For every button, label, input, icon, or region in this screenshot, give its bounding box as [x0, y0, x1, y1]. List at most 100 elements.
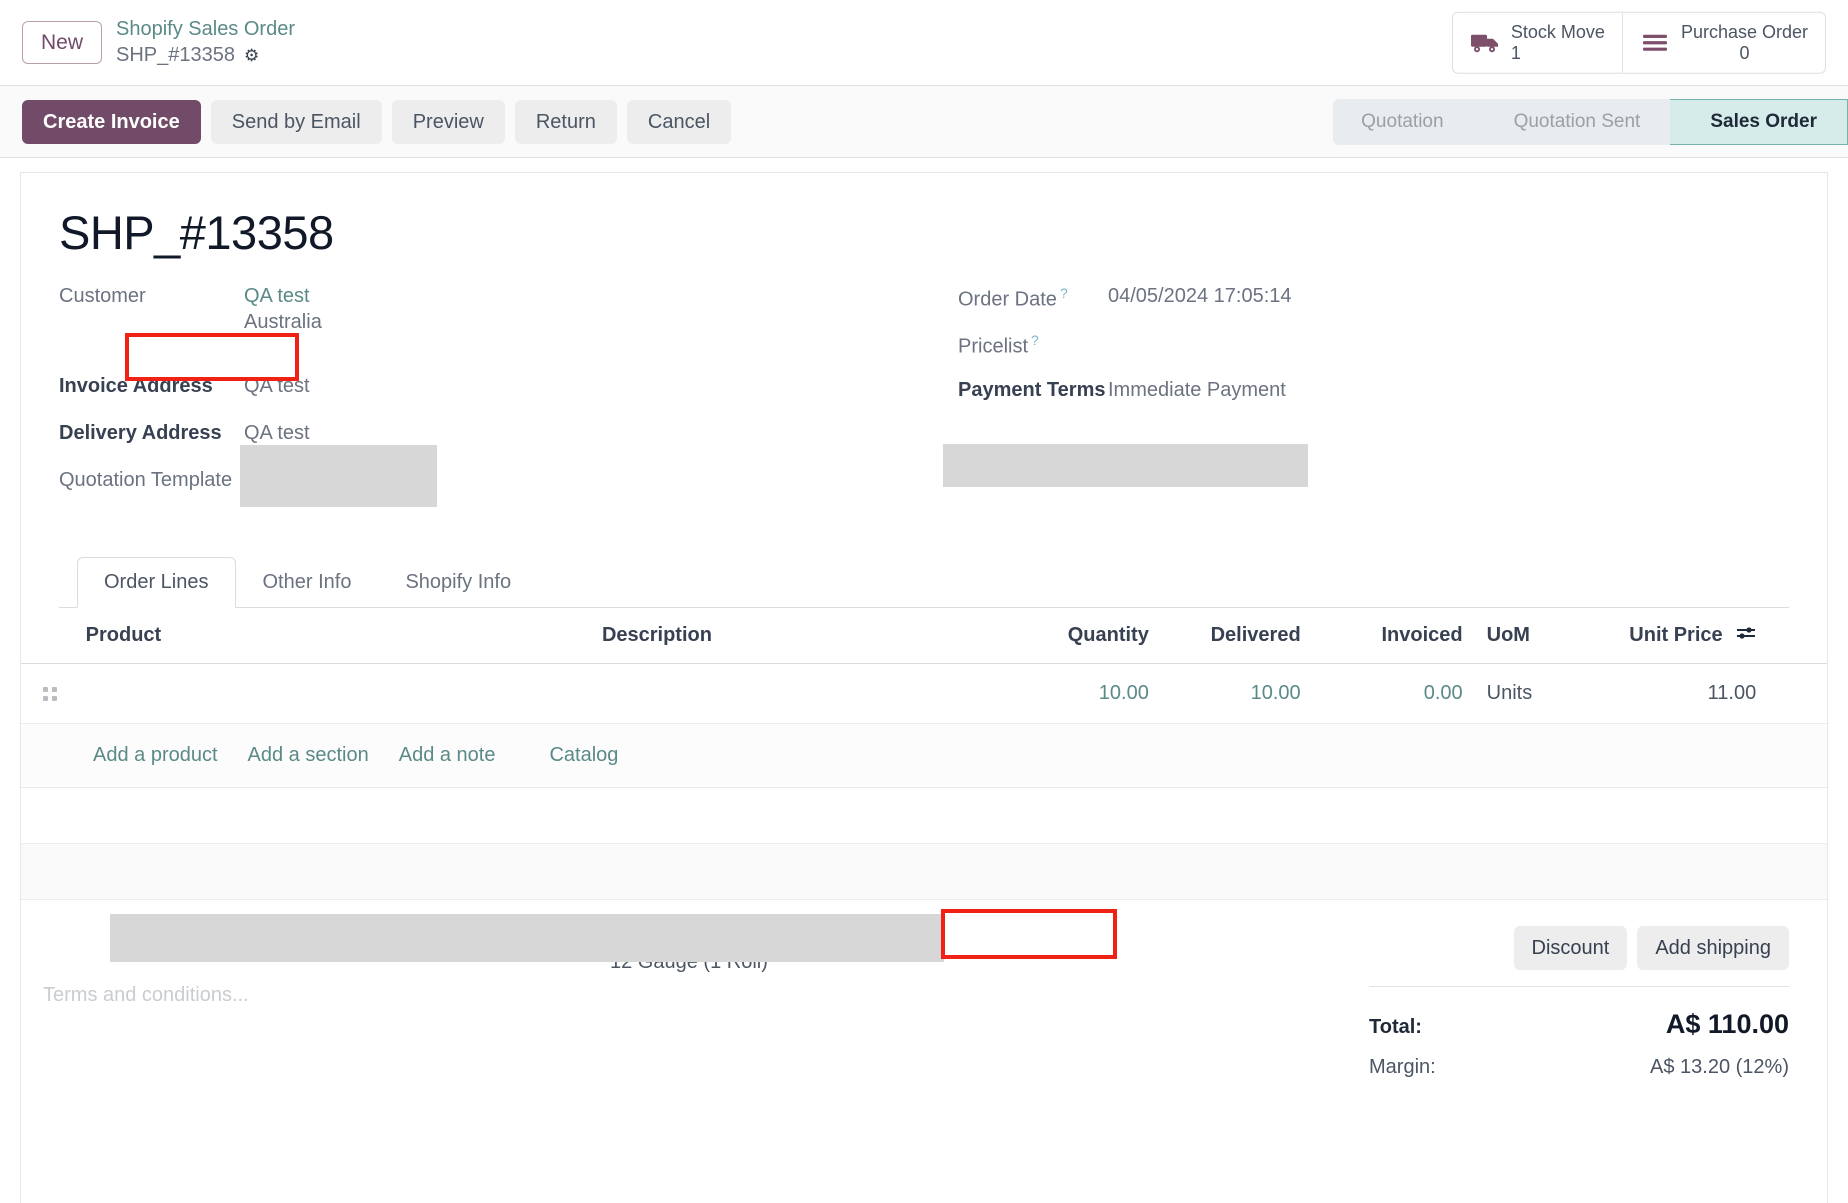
lines-empty-strip-1	[21, 788, 1827, 845]
preview-button[interactable]: Preview	[391, 99, 505, 144]
field-label-pricelist: Pricelist?	[958, 329, 1108, 359]
cell-quantity[interactable]: 10.00	[1027, 663, 1159, 725]
truck-icon	[1470, 32, 1500, 54]
stat-label-stock-move: Stock Move	[1510, 21, 1605, 42]
cell-uom[interactable]: Units	[1472, 663, 1584, 725]
totals-row-margin: Margin: A$ 13.20 (12%)	[1369, 1048, 1789, 1087]
cell-taxes[interactable]	[1766, 663, 1827, 725]
totals-action-buttons: Discount Add shipping	[1369, 926, 1789, 971]
field-row-delivery-address: Delivery Address QA test	[59, 419, 924, 466]
new-button[interactable]: New	[22, 21, 103, 64]
column-header-invoiced[interactable]: Invoiced	[1310, 608, 1473, 665]
order-lines-table: Product Description Quantity Delivered I…	[21, 608, 1827, 725]
breadcrumb-texts: Shopify Sales Order SHP_#13358 ⚙	[116, 18, 295, 67]
totals-value-margin: A$ 13.20 (12%)	[1650, 1056, 1789, 1079]
lines-empty-strip-2	[21, 844, 1827, 901]
stat-label-purchase-order: Purchase Order	[1680, 21, 1808, 42]
notebook: Order Lines Other Info Shopify Info	[59, 557, 1789, 608]
field-row-invoice-address: Invoice Address QA test	[59, 372, 924, 419]
field-value-customer-wrap: QA test Australia	[244, 282, 322, 334]
stat-button-stock-move[interactable]: Stock Move 1	[1453, 12, 1622, 72]
column-header-taxes	[1766, 608, 1827, 665]
create-invoice-button[interactable]: Create Invoice	[22, 99, 201, 144]
status-stage-quotation-sent[interactable]: Quotation Sent	[1473, 98, 1671, 145]
redacted-customer-address	[240, 445, 437, 507]
cancel-button[interactable]: Cancel	[626, 99, 732, 144]
field-label-pricelist-text: Pricelist	[958, 335, 1029, 358]
field-label-order-date-text: Order Date	[958, 288, 1057, 311]
tab-order-lines[interactable]: Order Lines	[77, 557, 236, 608]
discount-button[interactable]: Discount	[1513, 926, 1628, 971]
breadcrumb: New Shopify Sales Order SHP_#13358 ⚙	[22, 18, 295, 67]
table-row[interactable]: 10.00 10.00 0.00 Units 11.00	[21, 663, 1827, 725]
form-sheet: 12 Gauge (1 Roll) SHP_#13358 Customer QA…	[20, 172, 1828, 1203]
column-header-description[interactable]: Description	[591, 608, 1028, 665]
row-drag-handle-cell[interactable]	[21, 663, 76, 725]
field-value-invoice-address[interactable]: QA test	[244, 372, 310, 398]
form-column-left: Customer QA test Australia Invoice Addre…	[59, 282, 924, 513]
catalog-link[interactable]: Catalog	[549, 744, 618, 767]
stat-button-purchase-order-text: Purchase Order 0	[1681, 21, 1808, 63]
send-by-email-button[interactable]: Send by Email	[210, 99, 382, 144]
column-header-uom[interactable]: UoM	[1472, 608, 1584, 665]
cell-description[interactable]	[591, 663, 1028, 725]
field-value-customer[interactable]: QA test	[244, 282, 322, 308]
help-icon-pricelist[interactable]: ?	[1031, 332, 1039, 348]
order-lines-header-row: Product Description Quantity Delivered I…	[21, 608, 1827, 665]
cell-delivered[interactable]: 10.00	[1158, 663, 1311, 725]
add-a-note-link[interactable]: Add a note	[399, 744, 496, 767]
field-row-pricelist: Pricelist?	[958, 329, 1789, 376]
column-header-unit-price-text: Unit Price	[1629, 624, 1723, 646]
return-button[interactable]: Return	[514, 99, 617, 144]
field-value-delivery-address[interactable]: QA test	[244, 419, 310, 445]
column-header-delivered[interactable]: Delivered	[1158, 608, 1311, 665]
redacted-product-name	[110, 914, 944, 962]
sliders-icon[interactable]	[1736, 624, 1756, 646]
field-row-customer: Customer QA test Australia	[59, 282, 924, 334]
field-value-order-date[interactable]: 04/05/2024 17:05:14	[1108, 282, 1292, 308]
field-label-invoice-address: Invoice Address	[59, 375, 213, 397]
cell-unit-price[interactable]: 11.00	[1583, 663, 1767, 725]
customer-address-clipped: Australia	[244, 311, 322, 333]
breadcrumb-parent-link[interactable]: Shopify Sales Order	[116, 18, 295, 41]
stat-value-stock-move: 1	[1510, 42, 1521, 63]
status-stage-quotation[interactable]: Quotation	[1333, 98, 1474, 145]
field-label-delivery-address: Delivery Address	[59, 422, 222, 444]
cell-invoiced-value: 0.00	[1423, 682, 1463, 705]
field-row-order-date: Order Date? 04/05/2024 17:05:14	[958, 282, 1789, 329]
add-a-section-link[interactable]: Add a section	[248, 744, 369, 767]
column-header-unit-price[interactable]: Unit Price	[1583, 608, 1767, 665]
gear-icon[interactable]: ⚙	[244, 47, 259, 64]
status-stage-sales-order[interactable]: Sales Order	[1670, 98, 1848, 145]
cell-delivered-value: 10.00	[1250, 682, 1301, 705]
totals-label-total: Total:	[1369, 1016, 1422, 1039]
control-panel: New Shopify Sales Order SHP_#13358 ⚙ Sto…	[0, 0, 1848, 86]
list-icon	[1640, 32, 1670, 54]
column-header-handle	[21, 608, 76, 665]
stat-value-purchase-order: 0	[1739, 42, 1750, 63]
add-shipping-button[interactable]: Add shipping	[1637, 926, 1789, 971]
totals-value-total: A$ 110.00	[1665, 1009, 1789, 1040]
column-header-product[interactable]: Product	[75, 608, 592, 665]
help-icon-order-date[interactable]: ?	[1060, 285, 1068, 301]
stat-button-stock-move-text: Stock Move 1	[1511, 21, 1605, 63]
drag-handle-icon[interactable]	[43, 686, 76, 701]
totals-label-margin: Margin:	[1369, 1056, 1436, 1079]
field-value-payment-terms[interactable]: Immediate Payment	[1108, 376, 1286, 402]
totals-panel: Discount Add shipping Total: A$ 110.00 M…	[1369, 926, 1789, 1087]
cell-product[interactable]	[75, 663, 592, 725]
field-row-payment-terms: Payment Terms Immediate Payment	[958, 376, 1789, 423]
breadcrumb-current-row: SHP_#13358 ⚙	[116, 44, 295, 67]
tab-shopify-info[interactable]: Shopify Info	[378, 557, 538, 608]
add-a-product-link[interactable]: Add a product	[93, 744, 218, 767]
column-header-quantity[interactable]: Quantity	[1027, 608, 1159, 665]
status-pipeline: Quotation Quotation Sent Sales Order	[1333, 98, 1848, 145]
cell-invoiced[interactable]: 0.00	[1310, 663, 1473, 725]
field-label-customer: Customer	[59, 285, 146, 307]
tab-other-info[interactable]: Other Info	[236, 557, 379, 608]
field-label-payment-terms: Payment Terms	[958, 379, 1106, 401]
action-button-bar: Create Invoice Send by Email Preview Ret…	[0, 86, 1848, 158]
field-label-order-date: Order Date?	[958, 282, 1108, 312]
stat-button-purchase-order[interactable]: Purchase Order 0	[1621, 12, 1825, 73]
stat-buttons-group: Stock Move 1 Purchase Order 0	[1451, 11, 1826, 74]
